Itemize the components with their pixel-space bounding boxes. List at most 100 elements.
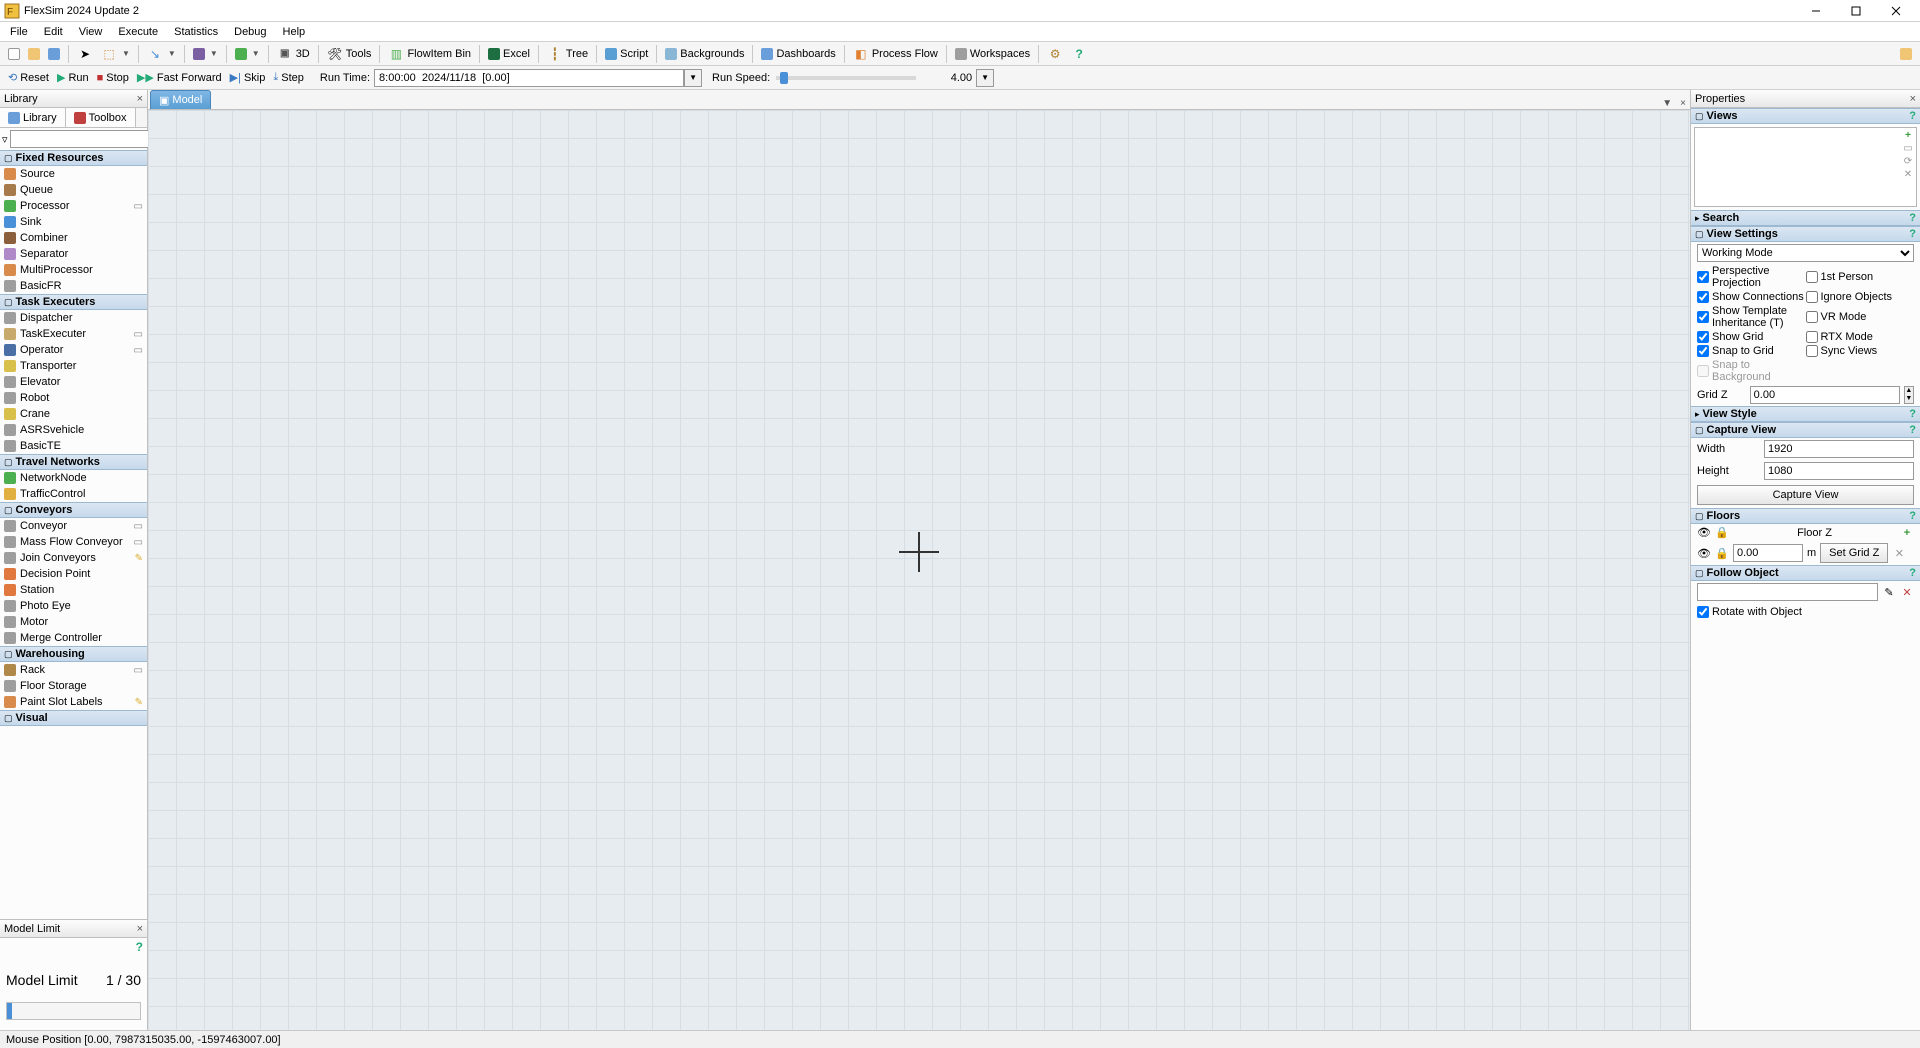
fastforward-button[interactable]: ▶▶Fast Forward (133, 68, 226, 88)
library-filter-input[interactable] (10, 130, 158, 148)
lib-item[interactable]: Conveyor▭ (0, 518, 147, 534)
help-icon[interactable]: ? (1909, 567, 1916, 579)
lib-group[interactable]: ▢Conveyors (0, 502, 147, 518)
help-icon[interactable]: ? (1909, 424, 1916, 436)
new-button[interactable] (4, 44, 24, 64)
lib-item[interactable]: Robot (0, 390, 147, 406)
lib-item[interactable]: Photo Eye (0, 598, 147, 614)
lib-item[interactable]: Rack▭ (0, 662, 147, 678)
lib-item[interactable]: MultiProcessor (0, 262, 147, 278)
tab-library[interactable]: Library (0, 108, 66, 127)
lock-icon[interactable]: 🔒 (1715, 526, 1729, 539)
filter-icon[interactable]: ▿ (2, 133, 8, 146)
lock-icon[interactable]: 🔒 (1715, 547, 1729, 560)
minimize-button[interactable] (1796, 1, 1836, 21)
section-views[interactable]: ▢Views? (1691, 108, 1920, 124)
capture-view-button[interactable]: Capture View (1697, 485, 1914, 505)
tab-model[interactable]: ▣ Model (150, 90, 211, 109)
pin-button[interactable] (1896, 44, 1916, 64)
lib-group[interactable]: ▢Travel Networks (0, 454, 147, 470)
gridz-spinner[interactable]: ▲▼ (1904, 386, 1914, 404)
help-button[interactable]: ? (1067, 44, 1091, 64)
dashboards-button[interactable]: Dashboards (757, 44, 839, 64)
eyedropper-icon[interactable]: ✎ (1882, 586, 1896, 599)
check-snap-to-background[interactable] (1697, 365, 1709, 377)
lib-item[interactable]: TrafficControl (0, 486, 147, 502)
lib-item[interactable]: Floor Storage (0, 678, 147, 694)
lib-item[interactable]: TaskExecuter▭ (0, 326, 147, 342)
script-button[interactable]: Script (601, 44, 652, 64)
lib-item[interactable]: Mass Flow Conveyor▭ (0, 534, 147, 550)
settings-gear[interactable]: ⚙ (1043, 44, 1067, 64)
lib-item[interactable]: Join Conveyors✎ (0, 550, 147, 566)
refresh-view-icon[interactable]: ⟳ (1904, 156, 1912, 167)
3d-canvas[interactable] (148, 110, 1690, 1030)
set-gridz-button[interactable]: Set Grid Z (1820, 543, 1888, 563)
maximize-button[interactable] (1836, 1, 1876, 21)
eye-icon[interactable]: 👁 (1697, 547, 1711, 560)
rotate-with-object-check[interactable] (1697, 606, 1709, 618)
library-close-icon[interactable]: × (137, 93, 143, 105)
delete-view-icon[interactable]: ✕ (1904, 169, 1912, 180)
lib-item[interactable]: Paint Slot Labels✎ (0, 694, 147, 710)
add-floor-icon[interactable]: + (1900, 527, 1914, 539)
check-snap-to-grid[interactable] (1697, 345, 1709, 357)
lib-item[interactable]: Transporter (0, 358, 147, 374)
lib-group[interactable]: ▢Fixed Resources (0, 150, 147, 166)
excel-button[interactable]: Excel (484, 44, 534, 64)
labels-tool[interactable]: ▼ (231, 44, 264, 64)
skip-button[interactable]: ▶|Skip (226, 68, 270, 88)
pointer-tool[interactable]: ➤ (73, 44, 97, 64)
library-list[interactable]: ▢Fixed ResourcesSourceQueueProcessor▭Sin… (0, 150, 147, 919)
help-icon[interactable]: ? (1909, 408, 1916, 420)
save-button[interactable] (44, 44, 64, 64)
modellimit-help-icon[interactable]: ? (136, 940, 143, 954)
lib-item[interactable]: Sink (0, 214, 147, 230)
menu-statistics[interactable]: Statistics (166, 24, 226, 40)
help-icon[interactable]: ? (1909, 110, 1916, 122)
step-button[interactable]: ⤓Step (269, 68, 308, 88)
3d-button[interactable]: ▣3D (273, 44, 314, 64)
lib-item[interactable]: Queue (0, 182, 147, 198)
lib-group[interactable]: ▢Task Executers (0, 294, 147, 310)
menu-edit[interactable]: Edit (36, 24, 71, 40)
runtime-input[interactable] (374, 69, 684, 87)
delete-floor-icon[interactable]: ✕ (1892, 547, 1906, 560)
tab-dropdown[interactable]: ▼ (1658, 98, 1676, 109)
properties-close-icon[interactable]: × (1910, 93, 1916, 105)
connect-tool[interactable]: ↘▼ (143, 44, 180, 64)
flowitembin-button[interactable]: ▥FlowItem Bin (384, 44, 475, 64)
tab-close[interactable]: × (1676, 98, 1690, 109)
capture-height-input[interactable] (1764, 462, 1914, 480)
check-vr-mode[interactable] (1806, 311, 1818, 323)
tree-button[interactable]: ┇Tree (543, 44, 592, 64)
menu-debug[interactable]: Debug (226, 24, 274, 40)
runtime-dropdown[interactable]: ▼ (684, 69, 702, 87)
check-show-connections[interactable] (1697, 291, 1709, 303)
menu-help[interactable]: Help (275, 24, 314, 40)
lib-item[interactable]: Crane (0, 406, 147, 422)
lib-item[interactable]: Station (0, 582, 147, 598)
section-captureview[interactable]: ▢Capture View? (1691, 422, 1920, 438)
clear-follow-icon[interactable]: ✕ (1900, 586, 1914, 599)
open-button[interactable] (24, 44, 44, 64)
run-button[interactable]: ▶Run (53, 68, 93, 88)
help-icon[interactable]: ? (1909, 212, 1916, 224)
workspaces-button[interactable]: Workspaces (951, 44, 1034, 64)
lib-item[interactable]: ASRSvehicle (0, 422, 147, 438)
tab-toolbox[interactable]: Toolbox (66, 108, 136, 127)
lib-item[interactable]: Processor▭ (0, 198, 147, 214)
modellimit-close-icon[interactable]: × (137, 923, 143, 935)
section-viewsettings[interactable]: ▢View Settings? (1691, 226, 1920, 242)
runspeed-slider[interactable] (776, 76, 916, 80)
check-show-grid[interactable] (1697, 331, 1709, 343)
gridz-input[interactable] (1750, 386, 1900, 404)
menu-view[interactable]: View (71, 24, 111, 40)
reset-button[interactable]: ⟲Reset (4, 68, 53, 88)
check--st-person[interactable] (1806, 271, 1818, 283)
section-viewstyle[interactable]: ▸View Style? (1691, 406, 1920, 422)
help-icon[interactable]: ? (1909, 228, 1916, 240)
section-followobject[interactable]: ▢Follow Object? (1691, 565, 1920, 581)
eye-icon[interactable]: 👁 (1697, 526, 1711, 539)
backgrounds-button[interactable]: Backgrounds (661, 44, 748, 64)
